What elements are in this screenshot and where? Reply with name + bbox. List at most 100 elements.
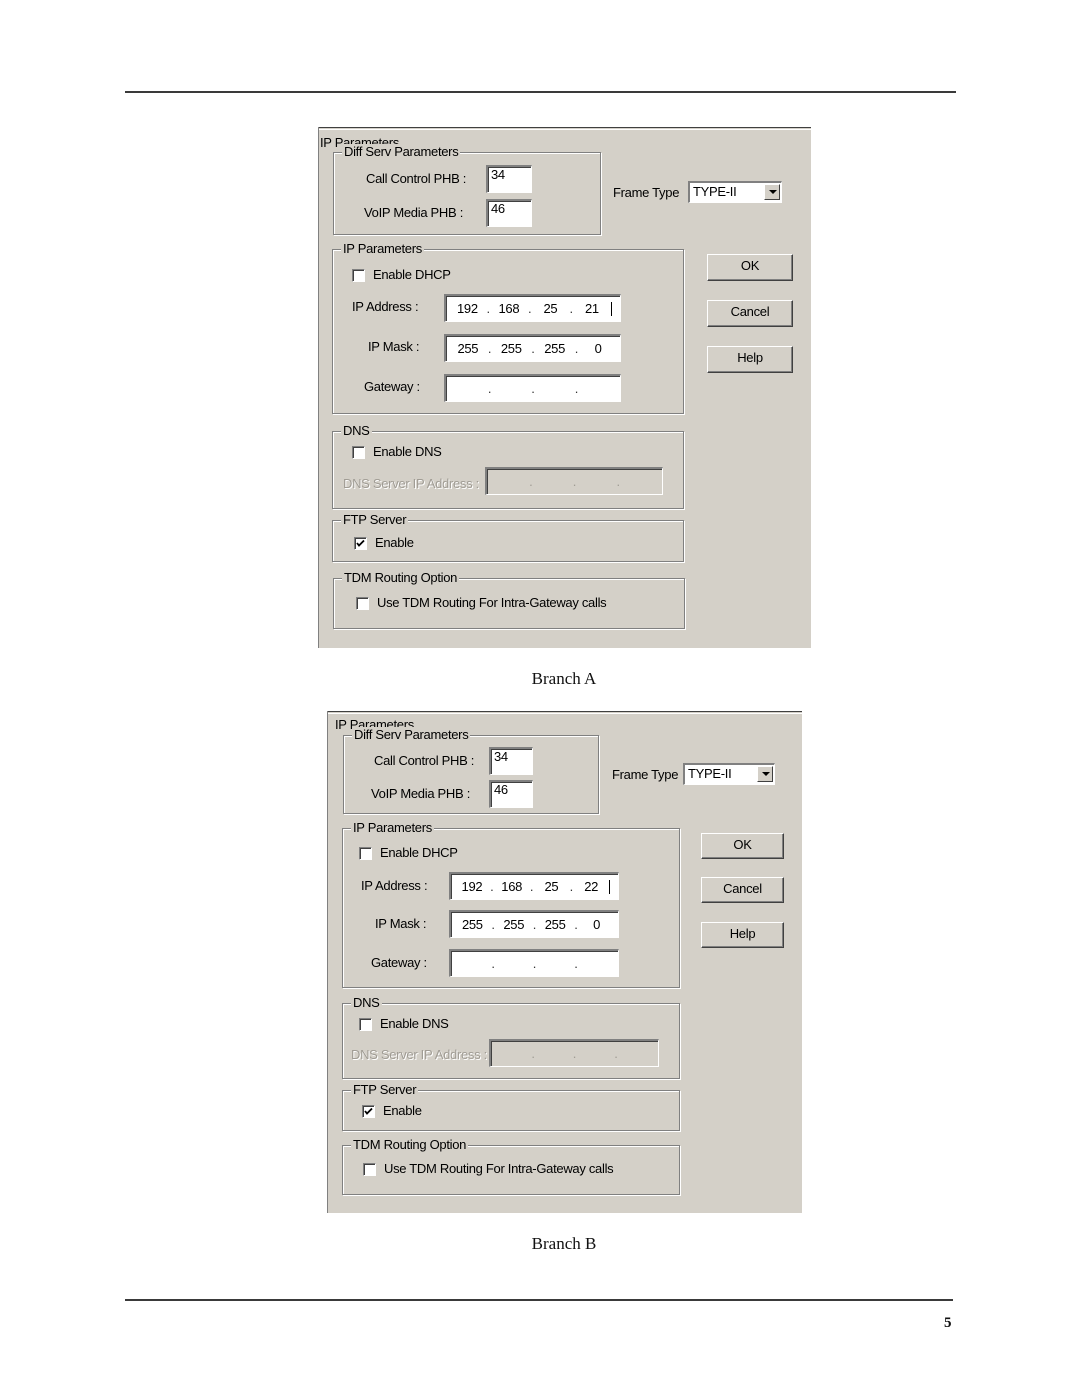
voip-media-phb-label: VoIP Media PHB : — [371, 786, 471, 801]
enable-dns-checkbox-label: Enable DNS — [373, 444, 442, 459]
help-button[interactable]: Help — [707, 346, 793, 373]
diffserv-group-title: Diff Serv Parameters — [342, 144, 461, 160]
text-caret — [610, 301, 612, 316]
use-tdm-routing-checkbox[interactable] — [363, 1163, 376, 1176]
frame-type-label: Frame Type — [612, 767, 679, 782]
cancel-button[interactable]: Cancel — [701, 877, 784, 903]
octet-separator: . — [572, 1045, 577, 1061]
octet-separator: . — [527, 300, 532, 316]
ftp-enable-checkbox-label: Enable — [383, 1103, 422, 1118]
gateway-input[interactable]: ... — [449, 949, 619, 977]
dns-server-ip-label: DNS Server IP Address : — [351, 1047, 487, 1062]
ip-parameters-group-title: IP Parameters — [351, 820, 434, 836]
ip-address-input-octet-3: 25 — [544, 878, 559, 894]
octet-separator: . — [529, 473, 533, 489]
frame-type-value: TYPE-II — [693, 184, 737, 199]
checkmark-icon — [356, 539, 365, 547]
ip-mask-input[interactable]: 255. 255. 255. 0 — [444, 334, 621, 362]
frame-type-label: Frame Type — [613, 185, 680, 200]
enable-dhcp-checkbox-label: Enable DHCP — [373, 267, 451, 282]
ip-address-input-octet-4: 22 — [584, 878, 599, 894]
enable-dhcp-checkbox-label: Enable DHCP — [380, 845, 458, 860]
ip-address-input-octet-2: 168 — [498, 300, 520, 316]
ftp-enable-checkbox[interactable] — [362, 1105, 375, 1118]
octet-separator: . — [529, 878, 534, 894]
gateway-label: Gateway : — [371, 955, 427, 970]
dns-group-title: DNS — [341, 423, 372, 439]
checkmark-icon — [364, 1107, 373, 1115]
dropdown-arrow-icon[interactable] — [757, 766, 773, 782]
octet-separator: . — [486, 300, 490, 316]
page-number: 5 — [944, 1315, 952, 1331]
dialog-top-highlight — [318, 129, 811, 130]
dialog-top-border — [327, 711, 802, 712]
ftp-server-group-title: FTP Server — [351, 1082, 419, 1098]
octet-separator: . — [614, 1045, 618, 1061]
ip-mask-input-octet-2: 255 — [503, 916, 525, 932]
enable-dns-checkbox[interactable] — [352, 446, 365, 459]
octet-separator: . — [572, 473, 577, 489]
octet-separator: . — [490, 878, 494, 894]
use-tdm-routing-checkbox[interactable] — [356, 597, 369, 610]
octet-separator: . — [569, 878, 574, 894]
ip-parameters-group-title: IP Parameters — [341, 241, 424, 257]
text-caret — [609, 879, 611, 894]
voip-media-phb-input[interactable]: 46 — [486, 199, 532, 227]
cancel-button[interactable]: Cancel — [707, 300, 793, 327]
ip-mask-input-octet-1: 255 — [457, 340, 479, 356]
enable-dns-checkbox[interactable] — [359, 1018, 372, 1031]
ip-address-input-octet-2: 168 — [501, 878, 523, 894]
diffserv-group: Diff Serv Parameters — [333, 144, 601, 235]
octet-separator: . — [569, 300, 573, 316]
voip-media-phb-label: VoIP Media PHB : — [364, 205, 464, 220]
dns-group-title: DNS — [351, 995, 382, 1011]
ip-mask-label: IP Mask : — [375, 916, 427, 931]
tdm-routing-group-title: TDM Routing Option — [351, 1137, 469, 1153]
enable-dhcp-checkbox[interactable] — [352, 269, 365, 282]
call-control-phb-input[interactable]: 34 — [489, 747, 533, 775]
ip-mask-input-octet-2: 255 — [500, 340, 522, 356]
octet-separator: . — [491, 955, 495, 971]
call-control-phb-input[interactable]: 34 — [486, 165, 532, 193]
call-control-phb-label: Call Control PHB : — [374, 753, 475, 768]
caption-branch-a: Branch A — [531, 669, 597, 688]
octet-separator: . — [574, 955, 578, 971]
ip-mask-input-octet-3: 255 — [544, 916, 566, 932]
octet-separator: . — [531, 380, 535, 396]
dialog-left-border — [327, 711, 328, 1213]
dialog-top-highlight — [327, 713, 802, 714]
frame-type-select[interactable]: TYPE-II — [683, 763, 775, 785]
ip-mask-input[interactable]: 255. 255. 255. 0 — [449, 910, 619, 938]
tdm-routing-group-title: TDM Routing Option — [342, 570, 460, 586]
ip-address-input[interactable]: 192. 168. 25. 22 — [449, 872, 619, 900]
header-rule — [125, 91, 956, 93]
dialog-left-border — [318, 127, 319, 648]
ip-address-label: IP Address : — [352, 299, 419, 314]
caption-branch-b: Branch B — [531, 1234, 597, 1253]
ip-address-input[interactable]: 192. 168. 25. 21 — [444, 294, 621, 322]
ok-button[interactable]: OK — [701, 833, 784, 859]
call-control-phb-label: Call Control PHB : — [366, 171, 467, 186]
gateway-input[interactable]: ... — [444, 374, 621, 402]
ok-button[interactable]: OK — [707, 254, 793, 281]
help-button[interactable]: Help — [701, 922, 784, 948]
use-tdm-routing-checkbox-label: Use TDM Routing For Intra-Gateway calls — [377, 595, 607, 610]
ip-mask-input-octet-1: 255 — [461, 916, 483, 932]
voip-media-phb-input[interactable]: 46 — [489, 780, 533, 808]
frame-type-value: TYPE-II — [688, 766, 732, 781]
ip-address-input-octet-3: 25 — [543, 300, 558, 316]
octet-separator: . — [531, 1045, 535, 1061]
enable-dhcp-checkbox[interactable] — [359, 847, 372, 860]
dialog-branch-a: IP Parameters Diff Serv Parameters Call Co… — [318, 127, 811, 648]
ftp-enable-checkbox[interactable] — [354, 537, 367, 550]
footer-rule — [125, 1299, 953, 1301]
octet-separator: . — [531, 340, 535, 356]
dialog-branch-b: IP Parameters Diff Serv Parameters Call Co… — [327, 711, 802, 1213]
frame-type-select[interactable]: TYPE-II — [688, 181, 782, 203]
ip-address-input-octet-1: 192 — [461, 878, 483, 894]
octet-separator: . — [532, 955, 537, 971]
octet-separator: . — [487, 380, 492, 396]
dropdown-arrow-icon[interactable] — [764, 184, 780, 200]
ip-address-input-octet-4: 21 — [584, 300, 599, 316]
diffserv-group: Diff Serv Parameters — [343, 727, 599, 814]
